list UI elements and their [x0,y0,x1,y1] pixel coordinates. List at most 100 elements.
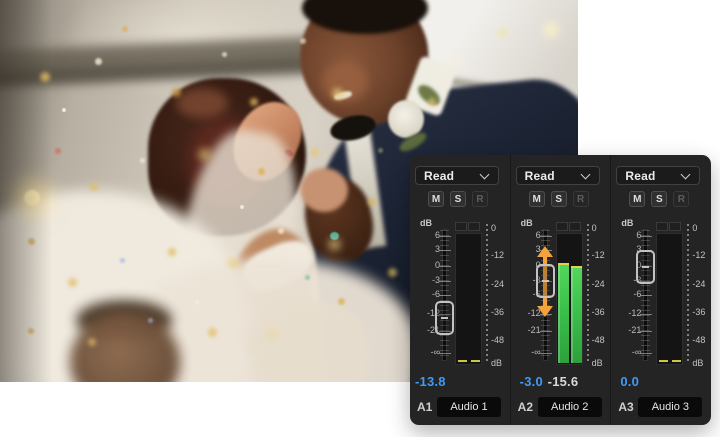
solo-button[interactable]: S [450,191,466,207]
db-unit-label: dB [520,218,533,228]
meter-body [656,233,684,365]
values-row: -3.0 -15.6 [511,374,611,390]
fader-tick [539,353,552,354]
fader-scale-label: -21 [527,325,541,335]
meter-tick-line [687,224,690,364]
volume-value[interactable]: -3.0 [520,374,543,389]
chevron-down-icon [580,169,591,180]
mute-button[interactable]: M [629,191,646,207]
fader-scale-label: 6 [535,230,541,240]
fader-tick [640,353,653,354]
meter-scale-label: -12 [692,250,706,260]
record-arm-button[interactable]: R [572,191,589,207]
fader-tick [640,236,653,237]
meter-tick-line [586,224,589,364]
track-name-field[interactable]: Audio 3 [638,397,703,417]
solo-button[interactable]: S [550,191,567,207]
automation-mode-dropdown[interactable]: Read [515,166,600,185]
meter-scale-label: dB [491,358,503,368]
automation-mode-label: Read [524,168,555,183]
record-arm-button[interactable]: R [472,191,488,207]
fader-tick [640,331,653,332]
channel-buttons: M S R [629,191,690,207]
record-arm-button[interactable]: R [673,191,690,207]
channel-buttons: M S R [528,191,589,207]
channel-buttons: M S R [428,191,488,207]
fader-scale-label: 6 [636,230,642,240]
fader-scale-label: 6 [434,230,440,240]
meter-scale-label: -48 [491,335,505,345]
fader-scale-label: -∞ [631,347,642,357]
clip-indicator-left [455,222,467,231]
meter-bar-left [557,263,569,363]
mixer-channel-a2: Read M S R dB 6 3 0 -3 -6 -12 -21 -∞ 0 -… [509,155,611,425]
clip-indicator-right [669,222,682,231]
mixer-channel-a1: Read M S R dB 6 3 0 -3 -6 -12 -21 -∞ 0 -… [410,155,510,425]
audio-mixer-panel: Read M S R dB 6 3 0 -3 -6 -12 -21 -∞ 0 -… [410,155,711,425]
meter-body [555,233,583,365]
clip-indicator-right [468,222,480,231]
automation-mode-label: Read [625,168,656,183]
fader-and-meter: dB 6 3 0 -3 -6 -12 -21 -∞ 0 -12 -24 -36 … [511,218,611,374]
track-row: A2 Audio 2 [511,397,611,419]
meter-tick-line [486,224,488,364]
fader-scale-label: -12 [628,308,642,318]
level-meter [455,222,482,365]
meter-scale-label: 0 [692,223,698,233]
track-name-field[interactable]: Audio 2 [537,397,602,417]
fader-scale-label: -∞ [531,347,541,357]
peak-bottom-dash [458,360,467,362]
fader-handle[interactable] [435,301,454,335]
track-number-label: A1 [417,400,433,414]
volume-value[interactable]: -13.8 [415,374,446,389]
fader-and-meter: dB 6 3 0 -3 -6 -12 -21 -∞ 0 -12 -24 -36 … [410,218,510,374]
meter-scale-label: -48 [591,335,605,345]
meter-scale-label: -24 [591,279,605,289]
fader-scale-label: -6 [633,289,642,299]
volume-value[interactable]: 0.0 [620,374,639,389]
db-unit-label: dB [621,218,634,228]
track-name-field[interactable]: Audio 1 [437,397,501,417]
meter-bar-right [570,266,582,363]
mute-button[interactable]: M [528,191,545,207]
meter-scale-label: -36 [591,307,605,317]
automation-mode-dropdown[interactable]: Read [415,166,499,185]
track-row: A1 Audio 1 [410,397,510,419]
mute-button[interactable]: M [428,191,444,207]
meter-scale-label: -12 [491,250,505,260]
fader-scale-label: -21 [628,325,642,335]
clip-indicator-right [568,222,581,231]
fader-tick [439,266,451,267]
clip-indicator-left [656,222,669,231]
automation-mode-dropdown[interactable]: Read [616,166,701,185]
fader-tick [539,331,552,332]
meter-scale-label: 0 [591,223,597,233]
fader-tick [640,314,653,315]
level-meter [555,222,583,365]
track-number-label: A2 [517,400,534,414]
meter-scale-label: -24 [692,279,706,289]
fader-scale-label: 0 [434,260,440,270]
automation-down-arrow-icon [536,306,553,317]
level-meter [656,222,684,365]
fader-tick [539,236,552,237]
fader-handle[interactable] [636,250,656,284]
fader-handle[interactable] [535,264,555,298]
meter-scale-label: -24 [491,279,505,289]
meter-scale-label: dB [692,358,704,368]
peak-value: -15.6 [547,374,579,389]
meter-scale-label: -36 [692,307,706,317]
fader-tick [439,281,451,282]
clip-indicator-left [555,222,568,231]
fader-scale-label: 3 [434,244,440,254]
track-row: A3 Audio 3 [611,397,711,419]
peak-bottom-dash [471,360,480,362]
automation-mode-label: Read [424,168,455,183]
fader-scale-label: -6 [431,289,440,299]
values-row: -13.8 [410,374,510,390]
solo-button[interactable]: S [651,191,668,207]
peak-bottom-dash [659,360,669,362]
fader-scale-label: -3 [431,275,440,285]
fader-tick [439,236,451,237]
peak-bottom-dash [672,360,682,362]
